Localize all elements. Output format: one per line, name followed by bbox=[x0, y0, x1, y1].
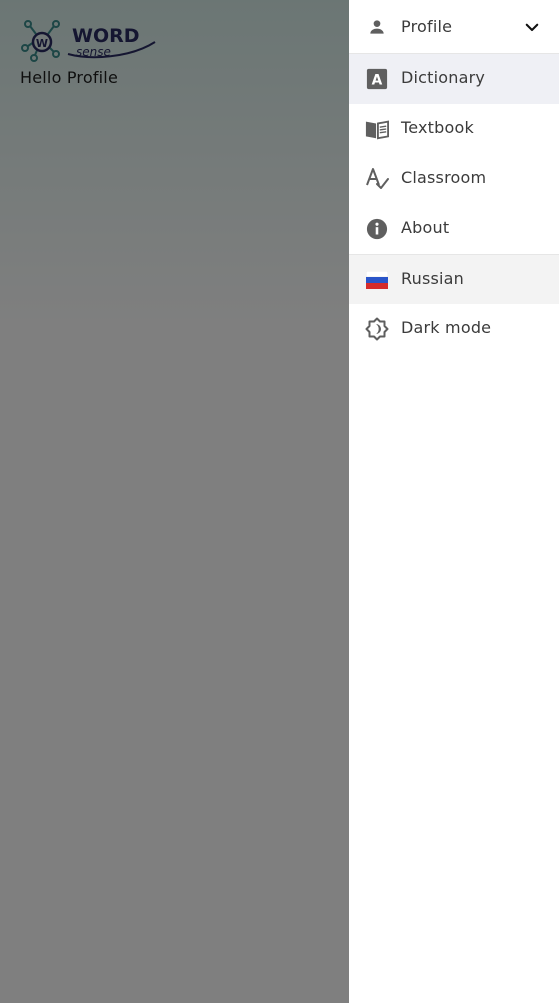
dark-mode-icon bbox=[365, 317, 389, 341]
sidebar-item-classroom[interactable]: Classroom bbox=[349, 154, 559, 204]
sidebar-item-label: Textbook bbox=[401, 118, 474, 137]
classroom-icon bbox=[365, 167, 389, 191]
dark-mode-toggle[interactable]: Dark mode bbox=[349, 304, 559, 354]
info-icon bbox=[365, 217, 389, 241]
sidebar-item-about[interactable]: About bbox=[349, 204, 559, 254]
textbook-icon bbox=[365, 117, 389, 141]
russian-flag-icon bbox=[365, 268, 389, 292]
sidebar-item-textbook[interactable]: Textbook bbox=[349, 104, 559, 154]
svg-text:A: A bbox=[372, 73, 383, 89]
navigation-drawer: Profile A Dictionary Textbook Classroom … bbox=[349, 0, 559, 1003]
dictionary-icon: A bbox=[365, 67, 389, 91]
sidebar-item-label: Classroom bbox=[401, 168, 487, 187]
profile-menu[interactable]: Profile bbox=[349, 0, 559, 54]
sidebar-item-label: Dictionary bbox=[401, 68, 486, 87]
chevron-down-icon[interactable] bbox=[523, 18, 541, 36]
profile-label: Profile bbox=[401, 17, 453, 36]
sidebar-item-dictionary[interactable]: A Dictionary bbox=[349, 54, 559, 104]
language-selector[interactable]: Russian bbox=[349, 254, 559, 304]
dark-mode-label: Dark mode bbox=[401, 318, 492, 337]
language-label: Russian bbox=[401, 269, 465, 288]
person-icon bbox=[365, 15, 389, 39]
sidebar-item-label: About bbox=[401, 218, 450, 237]
